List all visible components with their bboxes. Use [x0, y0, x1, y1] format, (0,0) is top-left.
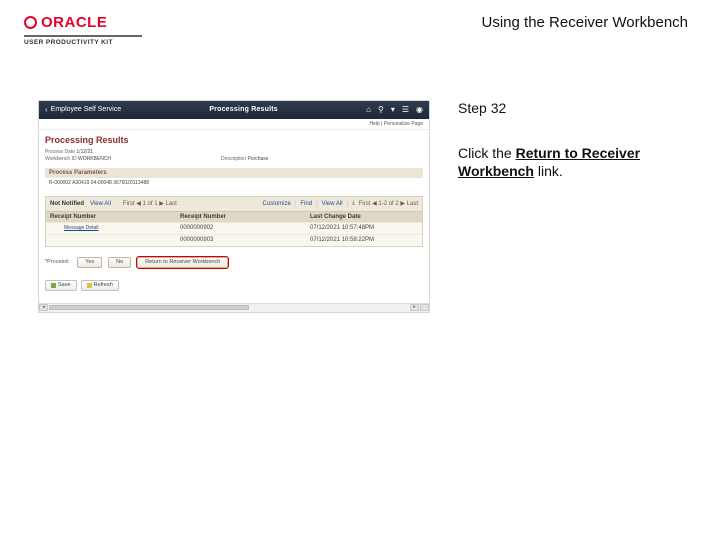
top-right-links[interactable]: Help | Personalize Page	[369, 121, 423, 127]
scroll-corner	[420, 304, 429, 311]
grid-viewall2-link[interactable]: View All	[322, 201, 343, 207]
save-label: Save	[58, 282, 71, 288]
notifications-icon[interactable]: ▾	[391, 105, 395, 114]
table-row: Message Detail 0000000902 07/12/2021 10:…	[46, 222, 422, 234]
date-value: 1/12/21	[76, 149, 93, 155]
grid-customize-link[interactable]: Customize	[262, 201, 290, 207]
desc-label: Description	[221, 156, 246, 162]
workbench-label: Workbench ID	[45, 156, 77, 162]
grid-viewall[interactable]: View All	[90, 201, 111, 207]
grid-col-3: Last Change Date	[306, 212, 422, 222]
app-subheader: Help | Personalize Page	[39, 119, 429, 130]
step-text-prefix: Click the	[458, 145, 516, 161]
search-icon[interactable]: ⚲	[378, 105, 384, 114]
not-notified-grid: Not Notified View All First ◀ 1 of 1 ▶ L…	[45, 196, 423, 247]
brand-subline: USER PRODUCTIVITY KIT	[24, 39, 142, 46]
params-line: R-000002 A30419 04-00048 3676020113488	[45, 178, 423, 188]
message-detail-link[interactable]: Message Detail	[64, 225, 98, 231]
oracle-logo-o-icon	[24, 16, 37, 29]
yes-button[interactable]: Yes	[77, 257, 102, 268]
home-icon[interactable]: ⌂	[366, 105, 371, 114]
grid-nav[interactable]: First ◀ 1 of 1 ▶ Last	[123, 200, 177, 207]
scroll-right-icon[interactable]: ▸	[410, 304, 419, 311]
desc-value: Purchase	[247, 156, 268, 162]
grid-find-link[interactable]: Find	[300, 201, 312, 207]
back-button[interactable]: ‹ Employee Self Service	[45, 105, 121, 114]
download-icon[interactable]: ⤓	[352, 200, 355, 207]
app-header: ‹ Employee Self Service Processing Resul…	[39, 101, 429, 119]
horizontal-scrollbar[interactable]: ◂ ▸	[39, 303, 429, 312]
actions-icon[interactable]: ◉	[416, 105, 423, 114]
app-screen-title: Processing Results	[121, 106, 366, 113]
refresh-label: Refresh	[94, 282, 113, 288]
oracle-logo-text: ORACLE	[41, 14, 107, 31]
step-label: Step 32	[458, 100, 694, 116]
grid-col-2: Receipt Number	[176, 212, 306, 222]
brand-underline	[24, 35, 142, 37]
date-label: Process Date	[45, 149, 75, 155]
refresh-icon	[87, 283, 92, 288]
oracle-brand: ORACLE USER PRODUCTIVITY KIT	[24, 14, 142, 46]
section-process-parameters: Process Parameters	[45, 168, 423, 178]
chevron-left-icon: ‹	[45, 105, 48, 114]
cell-value: 07/12/2021 10:57:48PM	[306, 223, 422, 233]
cell-value: 0000000902	[176, 223, 306, 233]
cell-value: 07/12/2021 10:58:22PM	[306, 235, 422, 245]
app-screenshot: ‹ Employee Self Service Processing Resul…	[38, 100, 430, 313]
save-icon	[51, 283, 56, 288]
scroll-left-icon[interactable]: ◂	[39, 304, 48, 311]
refresh-button[interactable]: Refresh	[81, 280, 119, 291]
step-text-suffix: link.	[534, 163, 563, 179]
cell-value: 0000000903	[176, 235, 306, 245]
table-row: 0000000903 07/12/2021 10:58:22PM	[46, 234, 422, 246]
grid-pager[interactable]: First ◀ 1-2 of 2 ▶ Last	[359, 200, 418, 207]
step-body: Click the Return to Receiver Workbench l…	[458, 144, 694, 182]
workbench-value: WORKBENCH	[78, 156, 111, 162]
return-to-receiver-workbench-button[interactable]: Return to Receiver Workbench	[137, 257, 228, 268]
instruction-panel: Step 32 Click the Return to Receiver Wor…	[458, 100, 694, 182]
no-button[interactable]: No	[108, 257, 131, 268]
grid-title: Not Notified	[50, 201, 84, 207]
page-heading: Processing Results	[45, 135, 423, 145]
nav-icon[interactable]: ☰	[402, 105, 409, 114]
back-label: Employee Self Service	[51, 106, 121, 113]
doc-title: Using the Receiver Workbench	[482, 14, 688, 31]
save-button[interactable]: Save	[45, 280, 77, 291]
proceed-label: *Proceed:	[45, 259, 69, 265]
oracle-logo: ORACLE	[24, 14, 142, 31]
grid-col-1: Receipt Number	[46, 212, 176, 222]
scroll-thumb[interactable]	[49, 305, 249, 310]
scroll-track[interactable]	[48, 304, 410, 311]
